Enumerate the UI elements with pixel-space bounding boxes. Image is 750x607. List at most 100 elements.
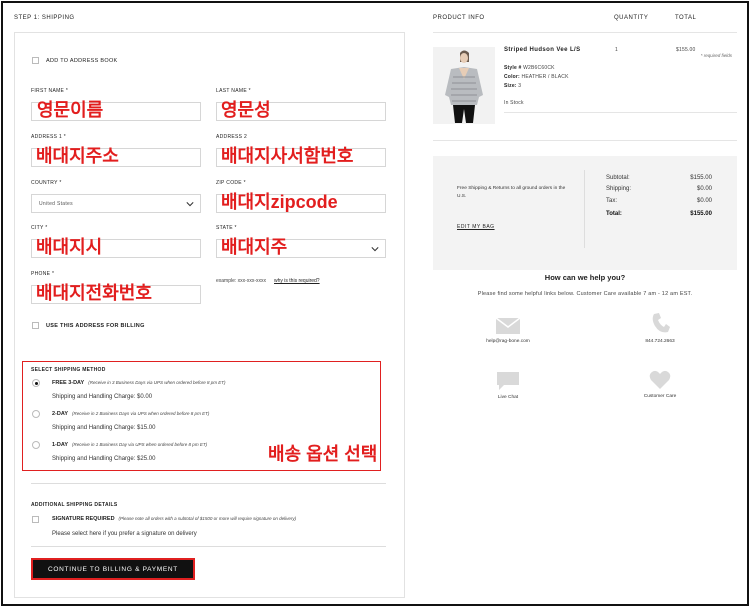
required-note: * required fields xyxy=(700,53,732,58)
country-select[interactable]: United States xyxy=(31,194,201,213)
signature-sub: Please select here if you prefer a signa… xyxy=(52,531,197,537)
help-live-chat[interactable]: Live Chat xyxy=(463,371,553,400)
shipping-option-free-charge: Shipping and Handling Charge: $0.00 xyxy=(52,394,153,400)
section-divider xyxy=(433,140,737,141)
address2-value: 배대지사서함번호 xyxy=(221,146,354,166)
summary-value: $0.00 xyxy=(696,186,712,192)
billing-label: USE THIS ADDRESS FOR BILLING xyxy=(46,323,145,329)
summary-tax: Tax: $0.00 xyxy=(606,198,712,204)
country-value: United States xyxy=(39,201,73,207)
continue-button-label: CONTINUE TO BILLING & PAYMENT xyxy=(34,561,192,577)
heart-icon xyxy=(649,370,671,389)
phone-example: example: xxx-xxx-xxxx xyxy=(216,278,267,284)
option-title: 1-DAY xyxy=(52,442,68,448)
size-value: 3 xyxy=(518,83,522,89)
help-customer-care[interactable]: Customer Care xyxy=(615,370,705,399)
product-divider xyxy=(504,112,737,113)
header-product-info: PRODUCT INFO xyxy=(433,15,485,21)
address1-value: 배대지주소 xyxy=(36,146,119,166)
summary-subtotal: Subtotal: $155.00 xyxy=(606,175,712,181)
color-label: Color: xyxy=(504,74,520,80)
signature-note: (Please note all orders with a subtotal … xyxy=(118,516,297,521)
step-title: STEP 1: SHIPPING xyxy=(14,15,75,21)
mail-icon xyxy=(495,317,521,334)
last-name-value: 영문성 xyxy=(221,100,271,120)
summary-separator xyxy=(584,170,585,248)
product-color: Color: HEATHER / BLACK xyxy=(504,74,569,80)
summary-label: Subtotal: xyxy=(606,175,630,181)
product-photo xyxy=(433,47,495,124)
shipping-option-2day-charge: Shipping and Handling Charge: $15.00 xyxy=(52,425,156,431)
option-note: (Receive in 1 Business Day via UPS when … xyxy=(72,442,208,447)
help-chat-label: Live Chat xyxy=(497,395,519,400)
help-email-label: help@rag-bone.com xyxy=(486,339,530,344)
option-title: FREE 3-DAY xyxy=(52,380,85,386)
signature-title: SIGNATURE REQUIRED (Please note all order… xyxy=(52,516,296,522)
state-select[interactable]: 배대지주 xyxy=(216,238,386,258)
help-title: How can we help you? xyxy=(544,273,626,282)
phone-icon xyxy=(652,313,670,333)
country-label: COUNTRY * xyxy=(31,180,62,186)
address2-label: ADDRESS 2 xyxy=(216,134,248,140)
size-label: Size: xyxy=(504,83,517,89)
chevron-down-icon xyxy=(371,247,379,252)
phone-label: PHONE * xyxy=(31,271,55,277)
product-stock: In Stock xyxy=(504,100,524,106)
chevron-down-icon xyxy=(186,202,194,207)
help-care-label: Customer Care xyxy=(643,394,677,399)
edit-bag-link[interactable]: EDIT MY BAG xyxy=(457,224,495,230)
summary-shipping: Shipping: $0.00 xyxy=(606,186,712,192)
product-style: Style # W2B6C60CK xyxy=(504,65,555,71)
first-name-value: 영문이름 xyxy=(37,100,104,120)
signature-title-text: SIGNATURE REQUIRED xyxy=(52,516,115,522)
header-divider xyxy=(433,32,737,33)
product-total: $155.00 xyxy=(676,47,696,53)
option-title: 2-DAY xyxy=(52,411,68,417)
chat-icon xyxy=(497,372,519,390)
shipping-option-1day[interactable]: 1-DAY (Receive in 1 Business Day via UPS … xyxy=(52,442,207,448)
phone-help: example: xxx-xxx-xxxx why is this require… xyxy=(216,278,320,284)
help-email[interactable]: help@rag-bone.com xyxy=(463,317,553,344)
summary-value: $0.00 xyxy=(696,198,712,204)
phone-input[interactable]: 배대지전화번호 xyxy=(31,284,201,304)
first-name-input[interactable]: 영문이름 xyxy=(31,100,201,121)
last-name-label: LAST NAME * xyxy=(216,88,251,94)
help-phone-label: 844.724.2663 xyxy=(645,339,675,344)
summary-value: $155.00 xyxy=(690,211,712,217)
style-label: Style # xyxy=(504,65,522,71)
header-quantity: QUANTITY xyxy=(614,15,649,21)
zip-label: ZIP CODE * xyxy=(216,180,246,186)
color-value: HEATHER / BLACK xyxy=(521,74,569,80)
city-value: 배대지시 xyxy=(36,237,103,257)
summary-label: Shipping: xyxy=(606,186,632,192)
divider xyxy=(31,546,386,547)
billing-checkbox[interactable] xyxy=(32,322,39,329)
state-label: STATE * xyxy=(216,225,237,231)
header-total: TOTAL xyxy=(675,15,697,21)
city-input[interactable]: 배대지시 xyxy=(31,237,201,258)
shipping-option-free[interactable]: FREE 3-DAY (Receive in 3 Business Days vi… xyxy=(52,380,226,386)
zip-value: 배대지zipcode xyxy=(221,192,338,212)
help-phone[interactable]: 844.724.2663 xyxy=(615,312,705,344)
free-shipping-note: Free Shipping & Returns to all ground or… xyxy=(457,186,566,199)
signature-checkbox[interactable] xyxy=(32,516,39,523)
product-quantity: 1 xyxy=(615,47,618,53)
last-name-input[interactable]: 영문성 xyxy=(216,100,386,121)
style-value: W2B6C60CK xyxy=(523,65,555,71)
add-to-address-book-checkbox[interactable] xyxy=(32,57,39,64)
continue-button[interactable]: CONTINUE TO BILLING & PAYMENT xyxy=(31,558,195,580)
zip-input[interactable]: 배대지zipcode xyxy=(216,192,386,213)
city-label: CITY * xyxy=(31,225,48,231)
product-size: Size: 3 xyxy=(504,83,521,89)
option-note: (Receive in 2 Business Days via UPS when… xyxy=(72,411,210,416)
divider xyxy=(31,483,386,484)
address2-input[interactable]: 배대지사서함번호 xyxy=(216,146,386,167)
shipping-option-2day-radio[interactable] xyxy=(32,410,40,418)
phone-why-link[interactable]: why is this required? xyxy=(274,278,320,284)
product-image[interactable] xyxy=(433,47,495,124)
address1-input[interactable]: 배대지주소 xyxy=(31,146,201,167)
shipping-option-2day[interactable]: 2-DAY (Receive in 2 Business Days via UPS… xyxy=(52,411,209,417)
shipping-option-free-radio[interactable] xyxy=(32,379,40,387)
shipping-option-1day-radio[interactable] xyxy=(32,441,40,449)
product-name[interactable]: Striped Hudson Vee L/S xyxy=(504,47,580,53)
